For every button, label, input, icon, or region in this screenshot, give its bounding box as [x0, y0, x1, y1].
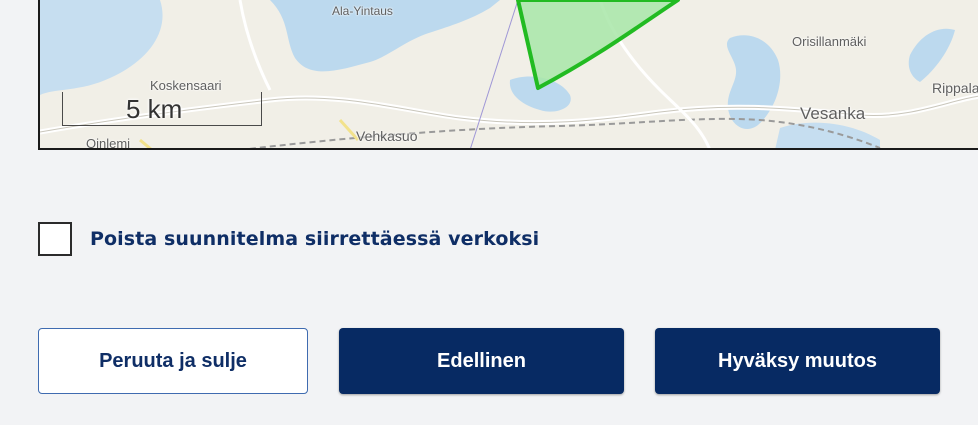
lake-west-lower	[40, 0, 163, 95]
accept-change-button[interactable]: Hyväksy muutos	[655, 328, 940, 394]
map-background	[40, 0, 978, 148]
map-label-orisillanmaki: Orisillanmäki	[792, 34, 867, 49]
lake-east	[726, 35, 781, 129]
map-preview[interactable]: Ala-Yintaus Koskensaari Oinlemi Vehkasuo…	[38, 0, 978, 150]
page: Ala-Yintaus Koskensaari Oinlemi Vehkasuo…	[0, 0, 978, 425]
map-label-koskensaari: Koskensaari	[150, 78, 222, 93]
cancel-and-close-button[interactable]: Peruuta ja sulje	[38, 328, 308, 394]
lake-bottom-right	[775, 122, 880, 148]
scale-bar-tick-right	[261, 92, 262, 126]
map-scale-bar: 5 km	[62, 92, 262, 126]
scale-bar-line	[62, 125, 262, 126]
remove-plan-checkbox[interactable]	[38, 222, 72, 256]
lake-far-east	[908, 28, 955, 82]
map-label-ala-yintaus: Ala-Yintaus	[332, 4, 393, 18]
remove-plan-label[interactable]: Poista suunnitelma siirrettäessä verkoks…	[90, 228, 539, 250]
previous-button[interactable]: Edellinen	[339, 328, 624, 394]
plan-area-polygon[interactable]	[516, 0, 680, 90]
scale-bar-tick-left	[62, 92, 63, 126]
map-label-vehkasuo: Vehkasuo	[356, 128, 418, 144]
remove-plan-option[interactable]: Poista suunnitelma siirrettäessä verkoks…	[38, 222, 539, 256]
map-label-oinlemi: Oinlemi	[86, 136, 131, 150]
map-label-rippala: Rippala	[932, 80, 978, 96]
map-label-vesanka: Vesanka	[800, 104, 866, 123]
scale-bar-label: 5 km	[126, 94, 183, 124]
